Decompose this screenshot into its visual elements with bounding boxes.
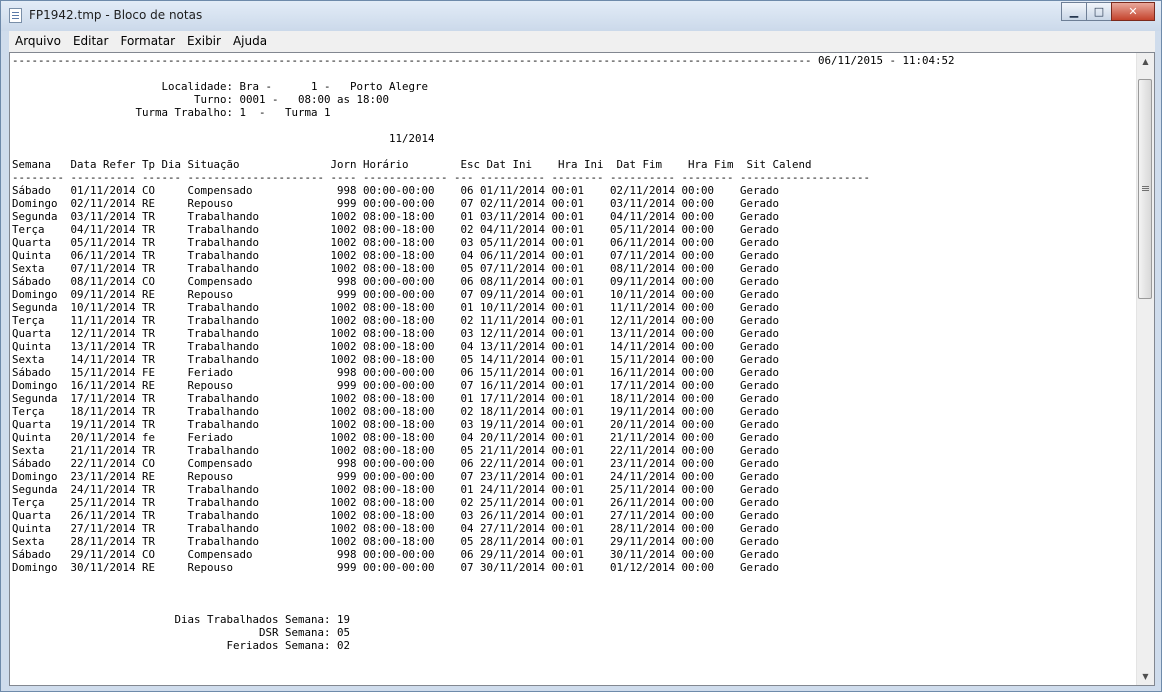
- document-line: Segunda 24/11/2014 TR Trabalhando 1002 0…: [12, 483, 780, 496]
- document-line: [12, 145, 1134, 158]
- document-line: Sábado 22/11/2014 CO Compensado 998 00:0…: [12, 457, 780, 470]
- document-line: Dias Trabalhados Semana: 19: [12, 613, 351, 626]
- menu-bar: Arquivo Editar Formatar Exibir Ajuda: [9, 31, 1155, 52]
- document-line: Sábado 01/11/2014 CO Compensado 998 00:0…: [12, 184, 780, 197]
- document-line: Sábado 15/11/2014 FE Feriado 998 00:00-0…: [12, 366, 780, 379]
- document-line: Quinta 06/11/2014 TR Trabalhando 1002 08…: [12, 249, 780, 262]
- document-line: Sexta 14/11/2014 TR Trabalhando 1002 08:…: [12, 353, 780, 366]
- document-line: Domingo 23/11/2014 RE Repouso 999 00:00-…: [12, 470, 780, 483]
- document-line: Feriados Semana: 02: [12, 639, 351, 652]
- document-line: Segunda 17/11/2014 TR Trabalhando 1002 0…: [12, 392, 780, 405]
- title-bar[interactable]: FP1942.tmp - Bloco de notas ▁ □ ✕: [1, 1, 1161, 31]
- document-line: Localidade: Bra - 1 - Porto Alegre: [12, 80, 429, 93]
- window-title: FP1942.tmp - Bloco de notas: [29, 8, 203, 22]
- document-line: Quarta 05/11/2014 TR Trabalhando 1002 08…: [12, 236, 780, 249]
- menu-arquivo[interactable]: Arquivo: [9, 31, 67, 52]
- grip-icon: [1142, 186, 1149, 187]
- document-line: Quinta 13/11/2014 TR Trabalhando 1002 08…: [12, 340, 780, 353]
- document-line: [12, 587, 1134, 600]
- document-line: Segunda 10/11/2014 TR Trabalhando 1002 0…: [12, 301, 780, 314]
- notepad-app-icon[interactable]: [9, 8, 22, 23]
- notepad-window: FP1942.tmp - Bloco de notas ▁ □ ✕ Arquiv…: [0, 0, 1162, 692]
- document-line: Turno: 0001 - 08:00 as 18:00: [12, 93, 390, 106]
- document-line: Quinta 27/11/2014 TR Trabalhando 1002 08…: [12, 522, 780, 535]
- menu-editar[interactable]: Editar: [67, 31, 115, 52]
- document-line: DSR Semana: 05: [12, 626, 351, 639]
- vertical-scrollbar[interactable]: ▲ ▼: [1136, 53, 1154, 685]
- window-controls: ▁ □ ✕: [1061, 2, 1155, 21]
- document-line: Turma Trabalho: 1 - Turma 1: [12, 106, 331, 119]
- close-icon: ✕: [1128, 5, 1138, 18]
- document-line: Terça 04/11/2014 TR Trabalhando 1002 08:…: [12, 223, 780, 236]
- minimize-icon: ▁: [1069, 5, 1079, 18]
- document-line: Sábado 08/11/2014 CO Compensado 998 00:0…: [12, 275, 780, 288]
- document-text[interactable]: ----------------------------------------…: [12, 54, 1134, 684]
- document-line: -------- ---------- ------ -------------…: [12, 171, 871, 184]
- menu-ajuda[interactable]: Ajuda: [227, 31, 273, 52]
- document-line: Terça 11/11/2014 TR Trabalhando 1002 08:…: [12, 314, 780, 327]
- document-line: Sexta 21/11/2014 TR Trabalhando 1002 08:…: [12, 444, 780, 457]
- scroll-down-button[interactable]: ▼: [1137, 668, 1154, 685]
- document-line: Domingo 02/11/2014 RE Repouso 999 00:00-…: [12, 197, 780, 210]
- arrow-down-icon: ▼: [1142, 672, 1149, 681]
- maximize-icon: □: [1093, 5, 1105, 18]
- scroll-up-button[interactable]: ▲: [1137, 53, 1154, 70]
- maximize-button[interactable]: □: [1086, 2, 1112, 21]
- arrow-up-icon: ▲: [1142, 57, 1149, 66]
- document-line: Domingo 16/11/2014 RE Repouso 999 00:00-…: [12, 379, 780, 392]
- document-line: Quarta 26/11/2014 TR Trabalhando 1002 08…: [12, 509, 780, 522]
- document-line: Terça 25/11/2014 TR Trabalhando 1002 08:…: [12, 496, 780, 509]
- close-button[interactable]: ✕: [1111, 2, 1155, 21]
- document-line: Sábado 29/11/2014 CO Compensado 998 00:0…: [12, 548, 780, 561]
- document-line: Sexta 07/11/2014 TR Trabalhando 1002 08:…: [12, 262, 780, 275]
- document-line: Quarta 12/11/2014 TR Trabalhando 1002 08…: [12, 327, 780, 340]
- document-line: [12, 67, 1134, 80]
- document-line: Quarta 19/11/2014 TR Trabalhando 1002 08…: [12, 418, 780, 431]
- document-line: Sexta 28/11/2014 TR Trabalhando 1002 08:…: [12, 535, 780, 548]
- document-line: Quinta 20/11/2014 fe Feriado 1002 08:00-…: [12, 431, 780, 444]
- document-line: Terça 18/11/2014 TR Trabalhando 1002 08:…: [12, 405, 780, 418]
- document-line: Segunda 03/11/2014 TR Trabalhando 1002 0…: [12, 210, 780, 223]
- minimize-button[interactable]: ▁: [1061, 2, 1087, 21]
- document-line: 11/2014: [12, 132, 435, 145]
- document-line: [12, 119, 1134, 132]
- menu-exibir[interactable]: Exibir: [181, 31, 227, 52]
- document-line: Domingo 30/11/2014 RE Repouso 999 00:00-…: [12, 561, 780, 574]
- menu-formatar[interactable]: Formatar: [114, 31, 181, 52]
- document-line: [12, 600, 1134, 613]
- document-line: ----------------------------------------…: [12, 54, 955, 67]
- document-line: Domingo 09/11/2014 RE Repouso 999 00:00-…: [12, 288, 780, 301]
- document-line: Semana Data Refer Tp Dia Situação Jorn H…: [12, 158, 812, 171]
- scroll-thumb[interactable]: [1138, 79, 1152, 299]
- document-line: [12, 574, 1134, 587]
- text-editor[interactable]: ----------------------------------------…: [9, 52, 1155, 686]
